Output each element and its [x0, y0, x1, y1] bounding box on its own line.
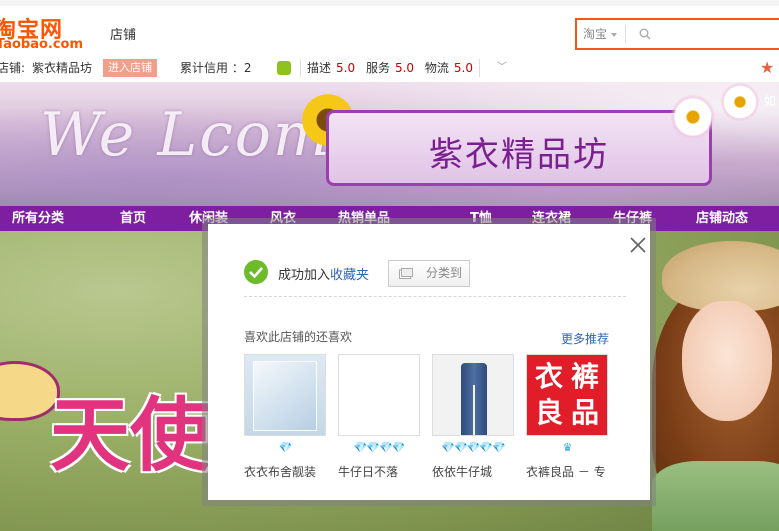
- shop-name-link[interactable]: 牛仔日不落: [338, 463, 432, 480]
- banner-shop-name-panel: 紫衣精品坊: [326, 110, 712, 186]
- shop-banner: We Lcome 紫衣精品坊 如: [0, 82, 779, 206]
- chevron-down-icon: [611, 32, 618, 37]
- diamond-rating-icon: 💎💎💎💎: [353, 441, 406, 454]
- logo-en-text: Taobao.com: [0, 37, 84, 52]
- thumbnail-char: 裤: [570, 360, 599, 393]
- dsr-scores: 描述 5.0 服务 5.0 物流 5.0: [300, 59, 480, 77]
- shop-name-link[interactable]: 依依牛仔城: [432, 463, 526, 480]
- close-icon[interactable]: [626, 233, 650, 257]
- model-face: [682, 301, 772, 421]
- search-scope-label: 淘宝: [583, 27, 608, 41]
- shop-thumbnail[interactable]: [338, 354, 420, 436]
- shop-name-link[interactable]: 衣裤良品 － 专: [526, 463, 620, 480]
- categorize-button[interactable]: 分类到: [388, 260, 470, 287]
- popup-body: 成功加入收藏夹 分类到 喜欢此店铺的还喜欢 更多推荐 💎 衣衣布舍靓装 💎💎💎💎…: [208, 224, 650, 500]
- flower-decoration: [720, 82, 760, 122]
- chevron-down-icon[interactable]: ﹀: [497, 56, 507, 80]
- flower-decoration: [670, 94, 716, 140]
- recommended-shop[interactable]: 💎 衣衣布舍靓装: [244, 354, 326, 480]
- dsr-label: 服务: [365, 61, 390, 75]
- success-message: 成功加入收藏夹: [278, 264, 369, 283]
- shop-name-link[interactable]: 衣衣布舍靓装: [244, 463, 338, 480]
- search-box[interactable]: 淘宝: [575, 18, 779, 50]
- recommend-title: 喜欢此店铺的还喜欢: [244, 330, 353, 344]
- taobao-logo[interactable]: 淘宝网 Taobao.com: [0, 12, 90, 52]
- diamond-rating-icon: 💎: [278, 441, 293, 454]
- shop-prefix: 店铺:: [0, 61, 26, 75]
- dsr-description: 描述 5.0: [307, 61, 355, 75]
- shop-thumbnail[interactable]: [244, 354, 326, 436]
- credit-label: 累计信用 ：2: [180, 61, 252, 75]
- folder-icon: [399, 268, 413, 279]
- divider: [244, 296, 626, 297]
- dsr-score: 5.0: [394, 61, 415, 75]
- categorize-label: 分类到: [425, 266, 462, 280]
- thumbnail-char: 衣: [534, 360, 563, 393]
- dsr-logistics: 物流 5.0: [425, 61, 473, 75]
- success-prefix: 成功加入: [278, 268, 331, 283]
- jeans-gap: [473, 385, 475, 435]
- search-icon: [639, 28, 651, 40]
- banner-shop-title: 紫衣精品坊: [429, 135, 609, 175]
- taobao-shop-page: 淘宝网 Taobao.com 店铺 淘宝 店铺: 紫衣精品坊 进入店铺 累计信用…: [0, 0, 779, 531]
- model-dress: [652, 461, 779, 531]
- enter-shop-button[interactable]: 进入店铺: [103, 59, 157, 77]
- search-scope-select[interactable]: 淘宝: [583, 25, 627, 43]
- favorite-popup: 成功加入收藏夹 分类到 喜欢此店铺的还喜欢 更多推荐 💎 衣衣布舍靓装 💎💎💎💎…: [202, 218, 656, 506]
- shop-thumbnail[interactable]: 衣 裤 良 品: [526, 354, 608, 436]
- thumbnail-char: 良: [534, 396, 563, 429]
- favorite-star-icon[interactable]: ★: [760, 59, 774, 77]
- more-recommend-link[interactable]: 更多推荐: [561, 330, 609, 347]
- shop-thumbnail[interactable]: [432, 354, 514, 436]
- diamond-rating-icon: 💎💎💎💎💎: [441, 441, 505, 454]
- nav-item-shop-news[interactable]: 店铺动态: [696, 206, 748, 231]
- shop-info-bar: 店铺: 紫衣精品坊 进入店铺 累计信用 ：2 描述 5.0 服务 5.0 物流 5.0…: [0, 56, 779, 80]
- nav-item-home[interactable]: 首页: [120, 206, 146, 231]
- recommended-shop[interactable]: 💎💎💎💎💎 依依牛仔城: [432, 354, 514, 480]
- crown-rating-icon: ♛: [562, 441, 573, 454]
- dsr-score: 5.0: [336, 61, 356, 75]
- check-icon: [244, 260, 268, 284]
- thumbnail-char: 品: [570, 396, 599, 429]
- recommended-shop[interactable]: 衣 裤 良 品 ♛ 衣裤良品 － 专: [526, 354, 608, 480]
- section-label: 店铺: [110, 28, 137, 43]
- favorites-link[interactable]: 收藏夹: [330, 268, 369, 283]
- clear-bag-image: [253, 361, 317, 431]
- dsr-label: 物流: [424, 61, 449, 75]
- nav-item-all-categories[interactable]: 所有分类: [12, 206, 64, 231]
- hero-title: 天使: [50, 388, 210, 482]
- dsr-score: 5.0: [453, 61, 473, 75]
- dsr-service: 服务 5.0: [366, 61, 414, 75]
- dsr-label: 描述: [307, 61, 332, 75]
- site-header: 淘宝网 Taobao.com 店铺 淘宝: [0, 6, 779, 58]
- recommended-shop[interactable]: 💎💎💎💎 牛仔日不落: [338, 354, 420, 480]
- model-photo: [652, 241, 779, 531]
- wangwang-chat-icon[interactable]: [277, 61, 291, 75]
- shop-name-link[interactable]: 紫衣精品坊: [32, 56, 92, 80]
- banner-right-text: 如: [764, 94, 777, 108]
